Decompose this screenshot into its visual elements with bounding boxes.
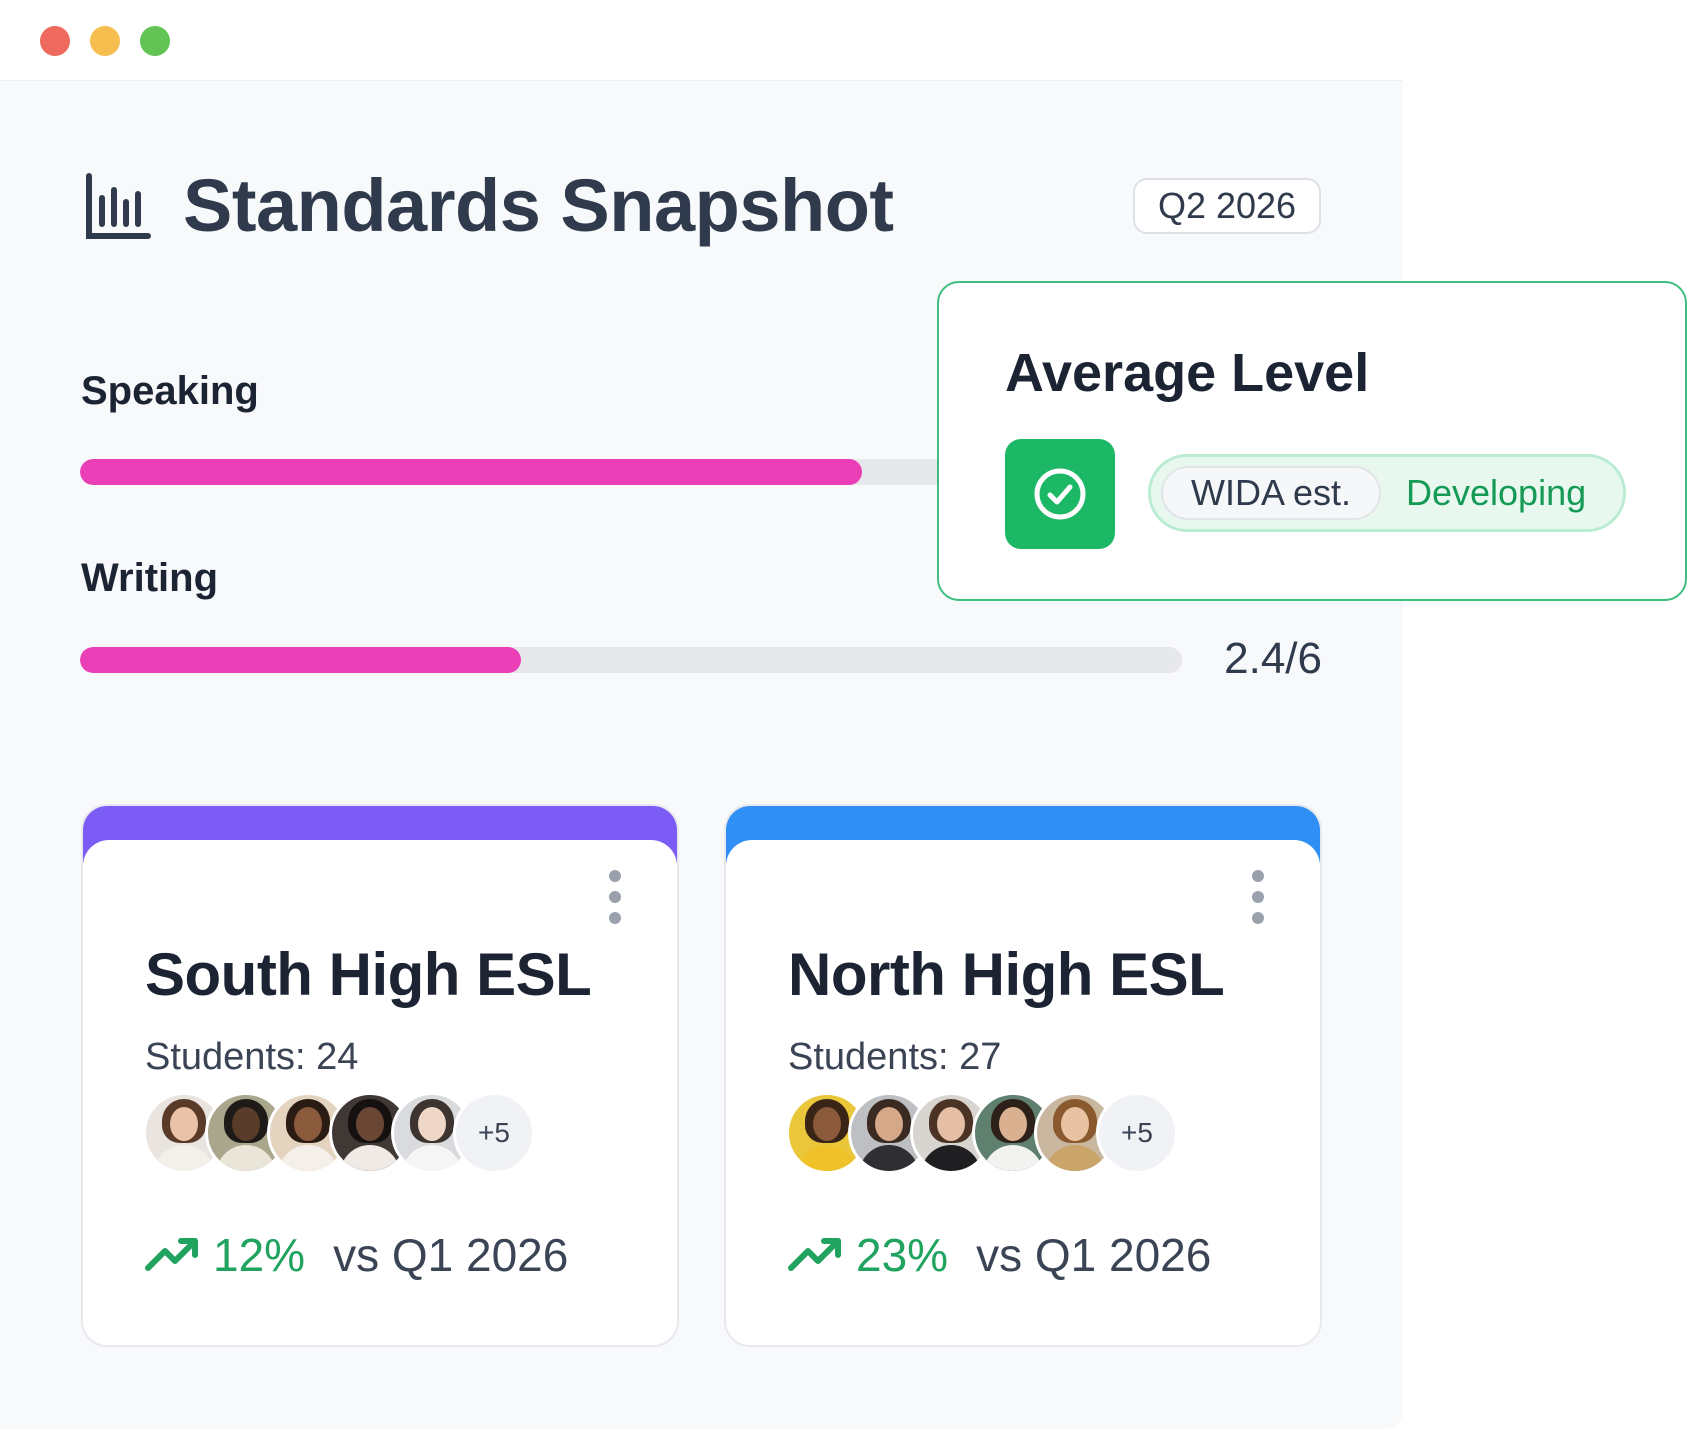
average-level-title: Average Level	[1005, 343, 1370, 403]
trend-percent: 23%	[856, 1229, 949, 1281]
page-title: Standards Snapshot	[183, 164, 894, 247]
student-count: Students: 24	[145, 1036, 359, 1078]
more-students-badge[interactable]: +5	[1096, 1092, 1178, 1174]
group-name: South High ESL	[145, 941, 592, 1008]
trend-comparison: vs Q1 2026	[333, 1229, 569, 1281]
more-options-button[interactable]	[1246, 870, 1270, 924]
minimize-window-button[interactable]	[90, 26, 120, 56]
maximize-window-button[interactable]	[140, 26, 170, 56]
trend-percent: 12%	[213, 1229, 306, 1281]
level-scale-label: WIDA est.	[1161, 466, 1382, 520]
more-students-badge[interactable]: +5	[453, 1092, 535, 1174]
metric-label-writing: Writing	[81, 556, 219, 600]
trend-comparison: vs Q1 2026	[976, 1229, 1212, 1281]
level-value: Developing	[1406, 472, 1587, 513]
trend-row: 23% vs Q1 2026	[788, 1228, 1211, 1282]
more-options-button[interactable]	[603, 870, 627, 924]
group-card-north-high-esl[interactable]: North High ESL Students: 27 +5 23% vs Q1…	[724, 804, 1322, 1347]
status-tile	[1005, 439, 1115, 549]
app-window: Standards Snapshot Q2 2026 Speaking Writ…	[0, 0, 1403, 1429]
window-titlebar	[0, 0, 1403, 81]
trending-up-icon	[145, 1238, 198, 1271]
progress-fill-speaking	[80, 459, 863, 485]
bar-chart-icon	[86, 173, 151, 239]
check-circle-icon	[1034, 468, 1086, 520]
trending-up-icon	[788, 1238, 841, 1271]
card-body: North High ESL Students: 27 +5 23% vs Q1…	[726, 840, 1320, 1345]
progress-track-writing	[80, 647, 1182, 673]
group-card-south-high-esl[interactable]: South High ESL Students: 24 +5 12% vs Q1…	[81, 804, 679, 1347]
period-badge[interactable]: Q2 2026	[1133, 178, 1321, 234]
close-window-button[interactable]	[40, 26, 70, 56]
trend-row: 12% vs Q1 2026	[145, 1228, 568, 1282]
level-pill: WIDA est. Developing	[1148, 454, 1626, 532]
metric-score-writing: 2.4/6	[1224, 634, 1322, 683]
avatar-stack: +5	[143, 1092, 563, 1174]
card-body: South High ESL Students: 24 +5 12% vs Q1…	[83, 840, 677, 1345]
stage: Standards Snapshot Q2 2026 Speaking Writ…	[0, 0, 1687, 1429]
avatar-stack: +5	[786, 1092, 1206, 1174]
group-name: North High ESL	[788, 941, 1225, 1008]
metric-label-speaking: Speaking	[81, 369, 259, 413]
average-level-card: Average Level WIDA est. Developing	[937, 281, 1687, 601]
progress-fill-writing	[80, 647, 521, 673]
student-count: Students: 27	[788, 1036, 1002, 1078]
